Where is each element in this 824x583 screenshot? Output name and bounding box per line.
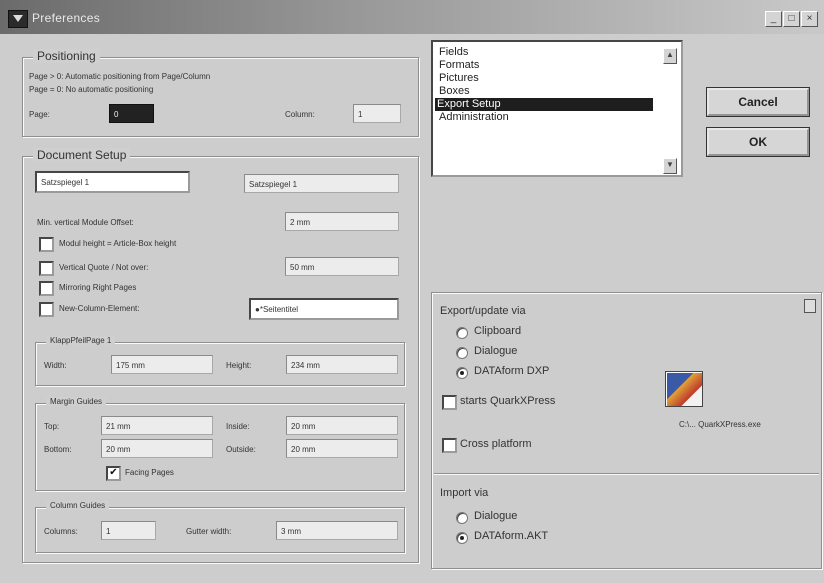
export-dataform-dxp-label: DATAform DXP xyxy=(474,365,550,377)
inside-label: Inside: xyxy=(226,422,250,431)
bottom-input[interactable]: 20 mm xyxy=(101,439,213,458)
satzspiegel-input[interactable]: Satzspiegel 1 xyxy=(35,171,190,193)
column-guides-legend: Column Guides xyxy=(46,501,110,510)
section-divider xyxy=(434,473,819,475)
ok-button[interactable]: OK xyxy=(707,128,809,156)
export-via-label: Export/update via xyxy=(440,305,526,317)
import-dialogue-label: Dialogue xyxy=(474,510,518,522)
list-scroll-up-button[interactable]: ▲ xyxy=(663,48,677,64)
gutter-width-label: Gutter width: xyxy=(186,527,232,536)
list-item-pictures[interactable]: Pictures xyxy=(437,72,481,85)
window-title: Preferences xyxy=(32,11,100,25)
new-column-input[interactable]: ●*Seitentitel xyxy=(249,298,399,320)
maximize-button[interactable]: □ xyxy=(783,11,800,27)
width-label: Width: xyxy=(44,361,67,370)
outside-label: Outside: xyxy=(226,445,256,454)
export-dialogue-radio[interactable] xyxy=(456,347,468,359)
height-input[interactable]: 234 mm xyxy=(286,355,398,374)
starts-quarkxpress-checkbox[interactable] xyxy=(442,395,457,410)
column-guides-group: Column Guides Columns: 1 Gutter width: 3… xyxy=(35,501,405,553)
list-item-administration[interactable]: Administration xyxy=(437,111,511,124)
vertical-quote-label: Vertical Quote / Not over: xyxy=(59,263,149,272)
list-scroll-down-button[interactable]: ▼ xyxy=(663,158,677,174)
positioning-legend: Positioning xyxy=(33,49,100,63)
quarkxpress-path: C:\... QuarkXPress.exe xyxy=(679,420,761,429)
list-item-formats[interactable]: Formats xyxy=(437,59,481,72)
width-input[interactable]: 175 mm xyxy=(111,355,213,374)
columns-label: Columns: xyxy=(44,527,78,536)
modul-height-label: Modul height = Article-Box height xyxy=(59,239,177,248)
mirroring-checkbox[interactable] xyxy=(39,281,54,296)
vertical-module-offset-input[interactable]: 2 mm xyxy=(285,212,399,231)
vertical-quote-input[interactable]: 50 mm xyxy=(285,257,399,276)
positioning-info-1: Page > 0: Automatic positioning from Pag… xyxy=(29,72,211,81)
new-column-label: New-Column-Element: xyxy=(59,304,140,313)
cancel-button[interactable]: Cancel xyxy=(707,88,809,116)
margin-guides-legend: Margin Guides xyxy=(46,397,107,406)
category-list[interactable]: Fields Formats Pictures Boxes Export Set… xyxy=(431,40,683,177)
export-clipboard-label: Clipboard xyxy=(474,325,522,337)
import-dialogue-radio[interactable] xyxy=(456,512,468,524)
list-item-boxes[interactable]: Boxes xyxy=(437,85,472,98)
import-via-label: Import via xyxy=(440,487,489,499)
page-size-group: KlappPfeilPage 1 Width: 175 mm Height: 2… xyxy=(35,336,405,386)
height-label: Height: xyxy=(226,361,252,370)
system-menu-icon[interactable] xyxy=(8,10,28,28)
export-panel: Export/update via Clipboard Dialogue DAT… xyxy=(431,292,822,569)
vertical-module-offset-label: Min. vertical Module Offset: xyxy=(37,218,134,227)
margin-guides-group: Margin Guides Top: 21 mm Inside: 20 mm B… xyxy=(35,397,405,491)
positioning-info-2: Page = 0: No automatic positioning xyxy=(29,85,154,94)
gutter-width-input[interactable]: 3 mm xyxy=(276,521,398,540)
column-input[interactable]: 1 xyxy=(353,104,401,123)
document-setup-group: Document Setup Satzspiegel 1 Satzspiegel… xyxy=(22,148,419,563)
list-item-export-setup[interactable]: Export Setup xyxy=(435,98,653,111)
page-input[interactable]: 0 xyxy=(109,104,154,123)
satzspiegel-readout: Satzspiegel 1 xyxy=(244,174,399,193)
starts-quarkxpress-label: starts QuarkXPress xyxy=(460,395,556,407)
new-column-checkbox[interactable] xyxy=(39,302,54,317)
list-item-fields[interactable]: Fields xyxy=(437,46,470,59)
facing-pages-checkbox[interactable]: ✔ xyxy=(106,466,121,481)
export-dialogue-label: Dialogue xyxy=(474,345,518,357)
minimize-button[interactable]: _ xyxy=(765,11,782,27)
column-label: Column: xyxy=(285,110,315,119)
export-dataform-dxp-radio[interactable] xyxy=(456,367,468,379)
positioning-group: Positioning Page > 0: Automatic position… xyxy=(22,49,419,137)
import-dataform-akt-radio[interactable] xyxy=(456,532,468,544)
page-size-legend: KlappPfeilPage 1 xyxy=(46,336,116,345)
modul-height-checkbox[interactable] xyxy=(39,237,54,252)
vertical-quote-checkbox[interactable] xyxy=(39,261,54,276)
inside-input[interactable]: 20 mm xyxy=(286,416,398,435)
cross-platform-label: Cross platform xyxy=(460,438,532,450)
panel-corner-icon xyxy=(804,299,816,313)
preferences-window: Preferences _ □ × Positioning Page > 0: … xyxy=(0,0,824,583)
bottom-label: Bottom: xyxy=(44,445,72,454)
title-bar: Preferences _ □ × xyxy=(0,0,824,34)
cross-platform-checkbox[interactable] xyxy=(442,438,457,453)
top-input[interactable]: 21 mm xyxy=(101,416,213,435)
facing-pages-label: Facing Pages xyxy=(125,468,174,477)
columns-input[interactable]: 1 xyxy=(101,521,156,540)
outside-input[interactable]: 20 mm xyxy=(286,439,398,458)
document-setup-legend: Document Setup xyxy=(33,148,131,162)
export-clipboard-radio[interactable] xyxy=(456,327,468,339)
close-button[interactable]: × xyxy=(801,11,818,27)
mirroring-label: Mirroring Right Pages xyxy=(59,283,137,292)
import-dataform-akt-label: DATAform.AKT xyxy=(474,530,549,542)
quarkxpress-app-icon[interactable] xyxy=(665,371,703,407)
top-label: Top: xyxy=(44,422,60,431)
page-label: Page: xyxy=(29,110,50,119)
